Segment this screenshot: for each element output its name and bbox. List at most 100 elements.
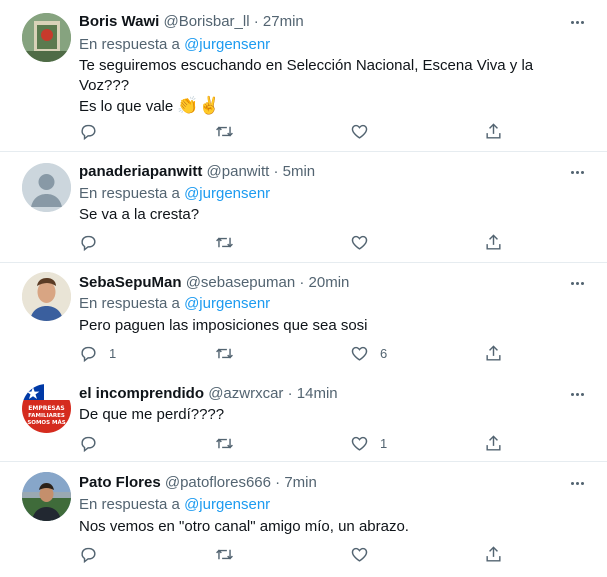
avatar[interactable] [22,272,71,321]
user-handle[interactable]: @panwitt [207,163,270,180]
heart-icon [351,124,368,139]
separator-dot: · [271,474,285,491]
like-button[interactable] [350,232,380,252]
user-name[interactable]: Boris Wawi [79,13,159,30]
retweet-button[interactable] [215,121,234,141]
avatar-text: EMPRESAS [28,405,64,412]
more-options-icon[interactable] [566,473,588,493]
reply-context: En respuesta a @jurgensenr [79,294,270,314]
avatar-text: FAMILIARES [28,413,65,419]
reply-button[interactable] [79,433,109,453]
like-button[interactable]: 1 [350,433,387,453]
user-name[interactable]: Pato Flores [79,474,161,491]
avatar[interactable]: EMPRESAS FAMILIARES SOMOS MÁS [22,384,71,433]
more-options-icon[interactable] [566,384,588,404]
like-count: 1 [380,435,388,451]
reply-prefix: En respuesta a [79,496,185,513]
reply-mention-link[interactable]: @jurgensenr [184,496,270,513]
reply-mention-link[interactable]: @jurgensenr [184,36,270,53]
share-icon [486,344,501,361]
share-button[interactable] [484,433,503,453]
user-name[interactable]: el incomprendido [79,385,204,402]
share-icon [486,233,501,250]
action-bar [79,232,509,252]
action-bar [79,121,509,141]
like-button[interactable] [350,544,380,564]
user-handle[interactable]: @patoflores666 [165,474,271,491]
heart-icon [351,346,368,361]
separator-dot: · [269,163,283,180]
retweet-button[interactable] [215,433,234,453]
share-button[interactable] [484,544,503,564]
retweet-button[interactable] [215,544,234,564]
reply-button[interactable] [79,232,109,252]
action-bar [79,544,509,564]
tweet-sebasepuman[interactable]: SebaSepuMan @sebasepuman · 20min En resp… [0,263,607,373]
reply-icon [81,346,96,362]
user-name[interactable]: panaderiapanwitt [79,163,202,180]
reply-mention-link[interactable]: @jurgensenr [184,295,270,312]
share-icon [486,545,501,562]
avatar[interactable] [22,13,71,62]
tweet-text-line: Te seguiremos escuchando en Selección Na… [79,57,534,74]
tweet-text: Nos vemos en "otro canal" amigo mío, un … [79,518,409,535]
reply-button[interactable]: 1 [79,343,116,363]
reply-button[interactable] [79,121,109,141]
reply-icon [81,124,96,140]
retweet-icon [216,126,233,136]
tweet-boris-wawi[interactable]: Boris Wawi @Borisbar_ll · 27min En respu… [0,0,607,151]
reply-icon [81,547,96,563]
more-options-icon[interactable] [566,162,588,182]
tweet-pato-flores[interactable]: Pato Flores @patoflores666 · 7min En res… [0,462,607,577]
reply-count: 1 [109,345,117,361]
like-button[interactable]: 6 [350,343,387,363]
separator-dot: · [249,13,263,30]
share-button[interactable] [484,121,503,141]
heart-icon [351,547,368,562]
timestamp[interactable]: 20min [309,274,350,291]
timestamp[interactable]: 14min [297,385,338,402]
reply-context: En respuesta a @jurgensenr [79,495,270,515]
share-button[interactable] [484,232,503,252]
tweet-text: Pero paguen las imposiciones que sea sos… [79,317,368,334]
action-bar: 1 [79,433,509,453]
share-icon [486,122,501,139]
tweet-header: SebaSepuMan @sebasepuman · 20min [79,273,349,293]
heart-icon [351,235,368,250]
user-handle[interactable]: @azwrxcar [208,385,283,402]
like-count: 6 [380,345,388,361]
more-options-icon[interactable] [566,273,588,293]
reply-mention-link[interactable]: @jurgensenr [184,185,270,202]
timestamp[interactable]: 7min [284,474,317,491]
timestamp[interactable]: 27min [263,13,304,30]
tweet-panaderiapanwitt[interactable]: panaderiapanwitt @panwitt · 5min En resp… [0,152,607,262]
reply-context: En respuesta a @jurgensenr [79,35,270,55]
timestamp[interactable]: 5min [283,163,316,180]
reply-button[interactable] [79,544,109,564]
share-icon [486,434,501,451]
reply-prefix: En respuesta a [79,185,185,202]
tweet-header: Boris Wawi @Borisbar_ll · 27min [79,12,304,32]
avatar[interactable] [22,472,71,521]
share-button[interactable] [484,343,503,363]
like-button[interactable] [350,121,380,141]
more-options-icon[interactable] [566,12,588,32]
reply-prefix: En respuesta a [79,36,185,53]
user-name[interactable]: SebaSepuMan [79,274,182,291]
retweet-button[interactable] [215,343,234,363]
reply-prefix: En respuesta a [79,295,185,312]
user-handle[interactable]: @sebasepuman [186,274,295,291]
tweet-el-incomprendido[interactable]: EMPRESAS FAMILIARES SOMOS MÁS el incompr… [0,373,607,461]
retweet-icon [216,549,233,559]
tweet-text-line: Es lo que vale 👏✌️ [79,96,579,117]
avatar[interactable] [22,163,71,212]
tweet-text: Se va a la cresta? [79,206,200,223]
reply-icon [81,235,96,251]
user-handle[interactable]: @Borisbar_ll [163,13,249,30]
retweet-button[interactable] [215,232,234,252]
tweet-header: Pato Flores @patoflores666 · 7min [79,473,317,493]
emoji: 👏✌️ [177,96,220,115]
tweet-text: Te seguiremos escuchando en Selección Na… [79,56,579,117]
tweet-text-segment: Es lo que vale [79,98,178,115]
separator-dot: · [295,274,309,291]
